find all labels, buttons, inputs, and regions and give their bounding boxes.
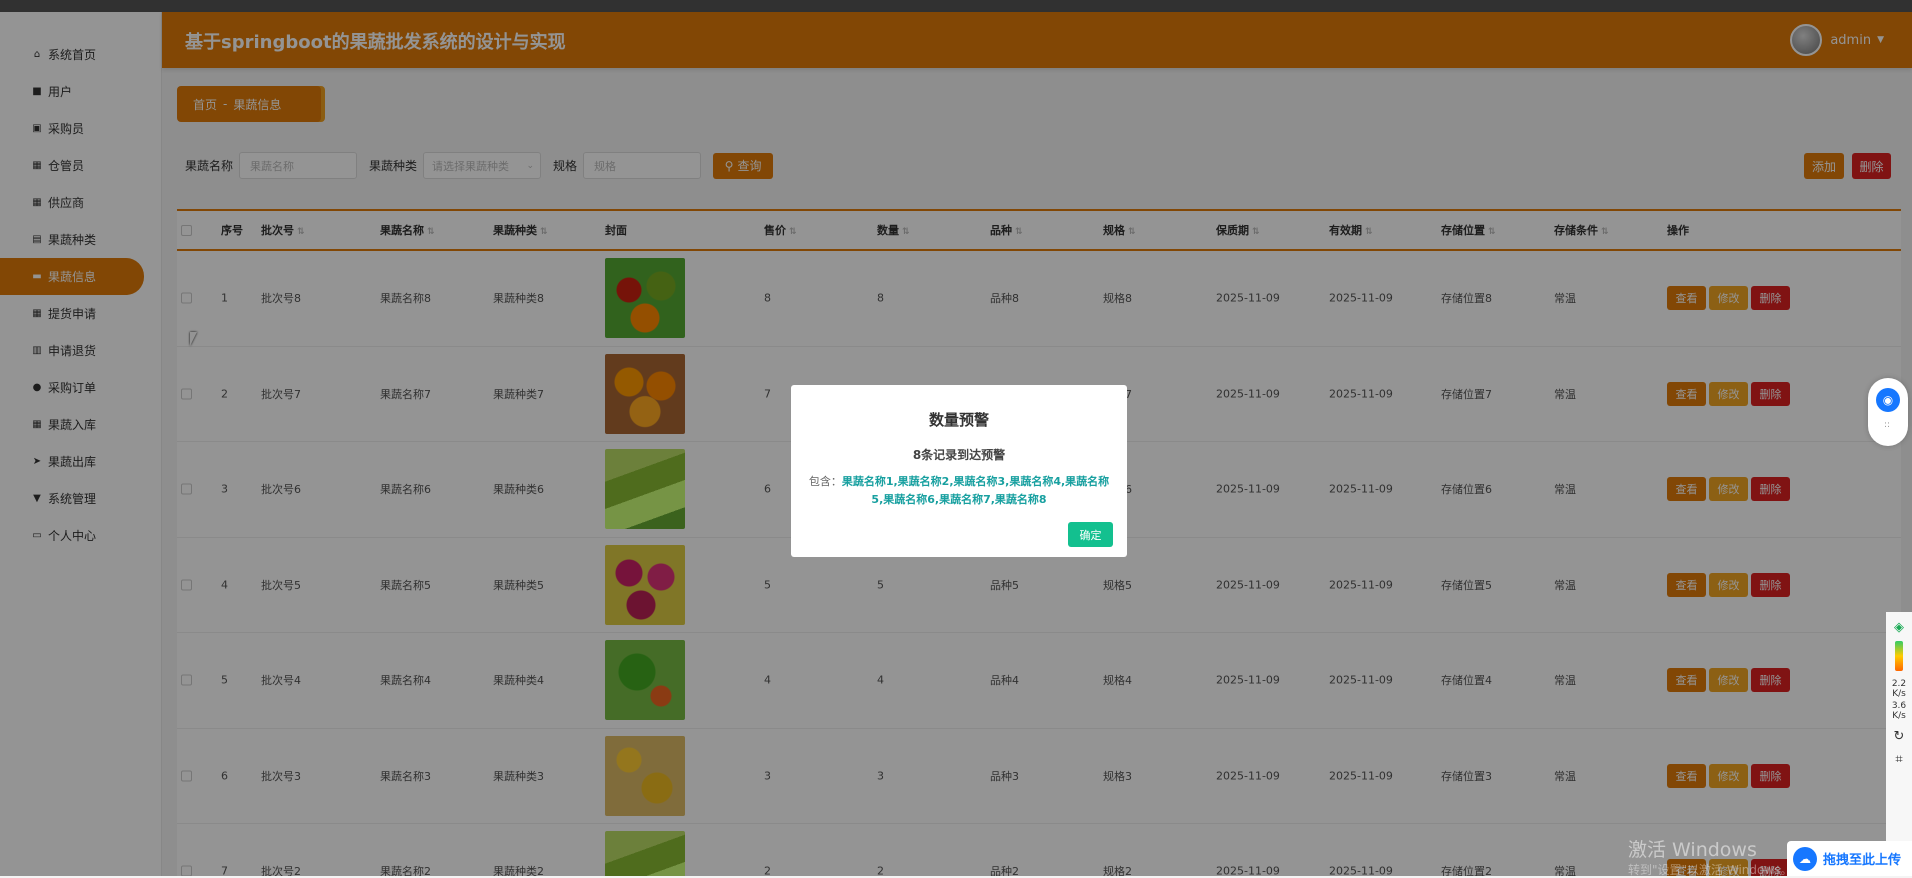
assistant-widget[interactable]: ◉ :: bbox=[1868, 378, 1908, 446]
ok-button[interactable]: 确定 bbox=[1068, 522, 1113, 547]
net-up-unit: K/s bbox=[1892, 689, 1906, 699]
upload-dropzone[interactable]: ☁ 拖拽至此上传 bbox=[1787, 841, 1912, 876]
refresh-icon[interactable]: ↻ bbox=[1886, 729, 1912, 744]
system-side-toolbar: ◈ 2.2 K/s 3.6 K/s ↻ ⌗ bbox=[1886, 612, 1912, 876]
cloud-icon: ☁ bbox=[1793, 846, 1817, 871]
dialog-subtitle: 8条记录到达预警 bbox=[912, 448, 1006, 462]
crop-icon[interactable]: ⌗ bbox=[1886, 752, 1912, 767]
dialog-name-list: 果蔬名称1,果蔬名称2,果蔬名称3,果蔬名称4,果蔬名称5,果蔬名称6,果蔬名称… bbox=[841, 475, 1110, 506]
net-down-unit: K/s bbox=[1892, 711, 1906, 721]
windows-activation-watermark: 激活 Windows bbox=[1628, 839, 1757, 861]
quantity-warning-dialog: 数量预警 8条记录到达预警 包含：果蔬名称1,果蔬名称2,果蔬名称3,果蔬名称4… bbox=[791, 385, 1127, 557]
windows-activation-hint: 转到"设置"以激活 Windows。 bbox=[1628, 863, 1793, 877]
dialog-title: 数量预警 bbox=[928, 411, 989, 429]
dialog-prefix: 包含： bbox=[808, 475, 842, 488]
upload-label: 拖拽至此上传 bbox=[1823, 853, 1902, 868]
net-down-value: 3.6 bbox=[1891, 701, 1907, 711]
chat-bubble-icon: ◉ bbox=[1876, 388, 1900, 412]
level-bar-icon bbox=[1895, 641, 1903, 671]
dialog-names: 包含：果蔬名称1,果蔬名称2,果蔬名称3,果蔬名称4,果蔬名称5,果蔬名称6,果… bbox=[803, 473, 1115, 509]
shield-icon[interactable]: ◈ bbox=[1886, 620, 1912, 635]
net-up-value: 2.2 bbox=[1891, 679, 1907, 689]
drag-handle-icon: :: bbox=[1884, 420, 1891, 430]
